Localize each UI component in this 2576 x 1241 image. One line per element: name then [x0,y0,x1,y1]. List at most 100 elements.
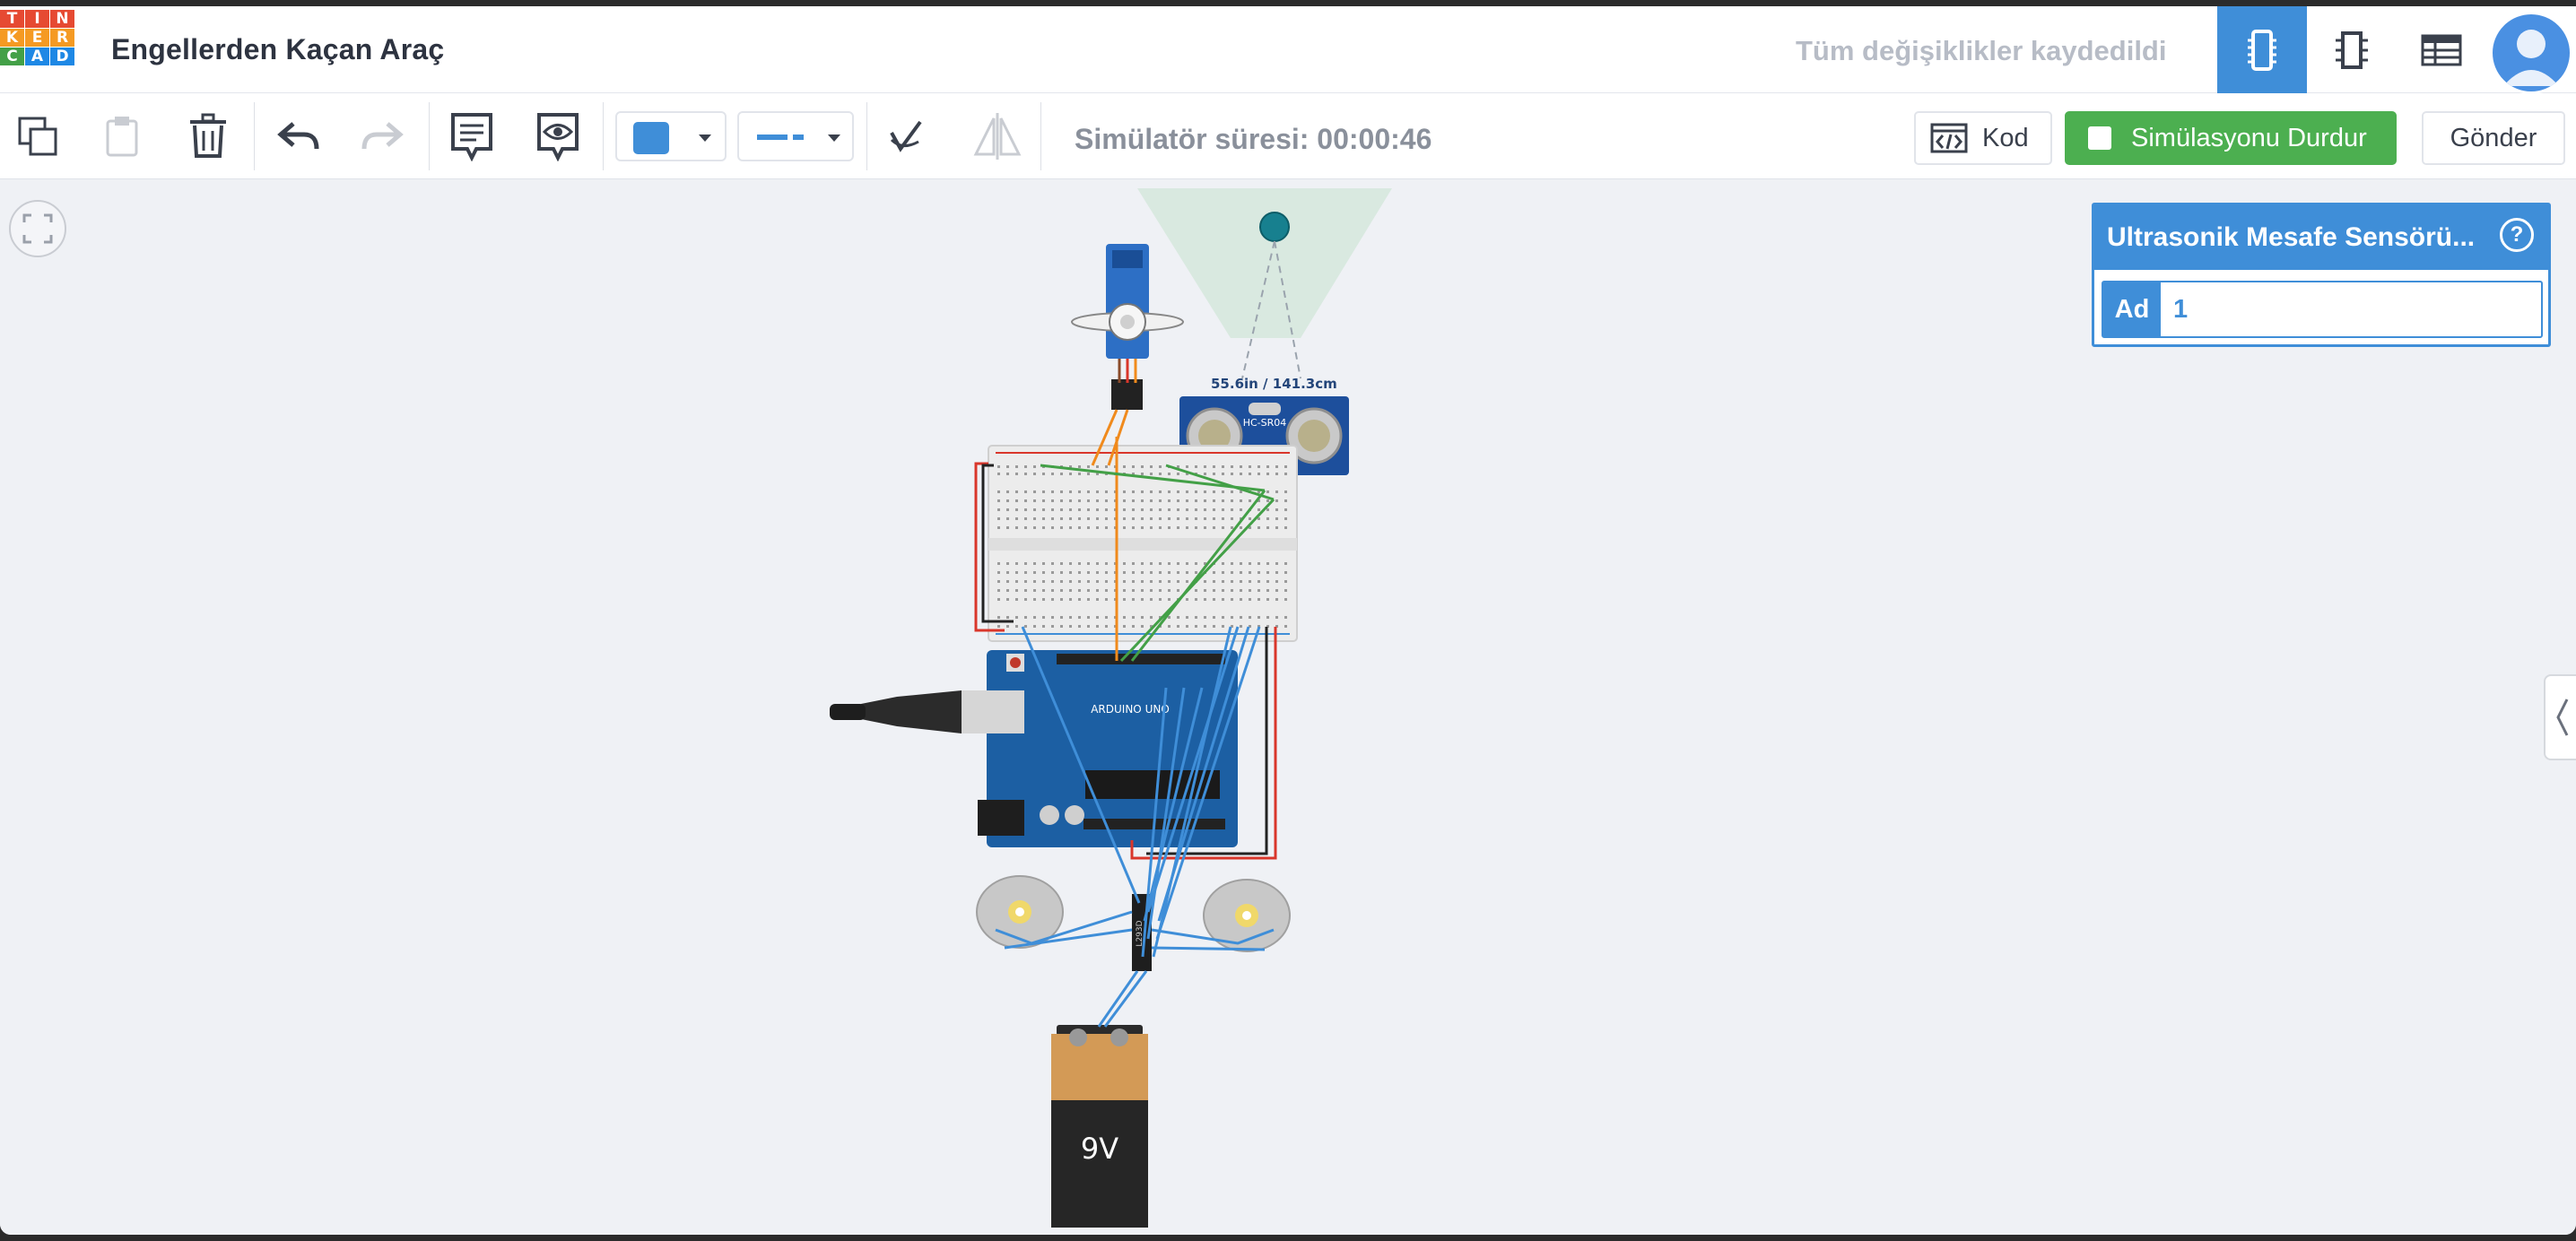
breadboard-hole[interactable] [1033,517,1036,520]
breadboard-hole[interactable] [1033,465,1036,468]
breadboard-hole[interactable] [1240,562,1242,565]
breadboard-hole[interactable] [997,517,1000,520]
breadboard-hole[interactable] [1284,508,1287,511]
breadboard-hole[interactable] [1159,589,1162,592]
component-inspector[interactable]: Ultrasonik Mesafe Sensörü... ? Ad 1 [2092,203,2551,347]
breadboard-hole[interactable] [1024,616,1027,619]
breadboard-hole[interactable] [1266,589,1269,592]
breadboard-hole[interactable] [1258,526,1260,529]
breadboard-hole[interactable] [1266,598,1269,601]
circuit-view-button[interactable] [2217,6,2307,93]
breadboard-hole[interactable] [1132,598,1135,601]
breadboard-hole[interactable] [1096,598,1099,601]
breadboard-hole[interactable] [1123,598,1126,601]
breadboard-hole[interactable] [1015,490,1018,493]
breadboard-hole[interactable] [1078,490,1081,493]
breadboard-hole[interactable] [1078,580,1081,583]
breadboard-hole[interactable] [1204,580,1206,583]
breadboard-hole[interactable] [1222,465,1224,468]
breadboard-hole[interactable] [997,580,1000,583]
breadboard-hole[interactable] [1240,625,1242,628]
breadboard-hole[interactable] [1105,562,1108,565]
breadboard-hole[interactable] [1006,465,1009,468]
breadboard-hole[interactable] [1096,490,1099,493]
breadboard-hole[interactable] [1051,473,1054,475]
breadboard-hole[interactable] [1132,562,1135,565]
breadboard-hole[interactable] [1069,616,1072,619]
breadboard-hole[interactable] [1213,473,1215,475]
breadboard-hole[interactable] [997,473,1000,475]
breadboard-hole[interactable] [1087,517,1090,520]
breadboard-hole[interactable] [1051,625,1054,628]
breadboard-hole[interactable] [1141,526,1144,529]
breadboard-hole[interactable] [1177,526,1179,529]
breadboard-hole[interactable] [1069,490,1072,493]
breadboard-hole[interactable] [1249,616,1251,619]
breadboard-hole[interactable] [1186,571,1188,574]
breadboard-hole[interactable] [1150,562,1153,565]
breadboard-hole[interactable] [1258,571,1260,574]
breadboard-hole[interactable] [1222,499,1224,502]
breadboard-hole[interactable] [1204,499,1206,502]
breadboard-hole[interactable] [1123,625,1126,628]
breadboard-hole[interactable] [1015,526,1018,529]
breadboard-hole[interactable] [1266,526,1269,529]
breadboard-hole[interactable] [1249,499,1251,502]
breadboard-hole[interactable] [1275,562,1278,565]
breadboard-hole[interactable] [1275,499,1278,502]
stop-simulation-button[interactable]: Simülasyonu Durdur [2065,111,2397,165]
breadboard-hole[interactable] [1195,625,1197,628]
breadboard-hole[interactable] [1015,508,1018,511]
breadboard-hole[interactable] [1258,562,1260,565]
send-button[interactable]: Gönder [2422,111,2565,165]
breadboard-hole[interactable] [1240,526,1242,529]
breadboard-hole[interactable] [1231,616,1233,619]
breadboard-hole[interactable] [1087,499,1090,502]
breadboard-hole[interactable] [1024,598,1027,601]
breadboard-hole[interactable] [1141,625,1144,628]
breadboard-hole[interactable] [1275,589,1278,592]
breadboard-hole[interactable] [1284,499,1287,502]
breadboard-hole[interactable] [1123,490,1126,493]
breadboard-hole[interactable] [1015,473,1018,475]
breadboard-hole[interactable] [1078,465,1081,468]
breadboard-hole[interactable] [1051,517,1054,520]
breadboard-hole[interactable] [1204,589,1206,592]
breadboard-hole[interactable] [1078,589,1081,592]
breadboard-hole[interactable] [1123,526,1126,529]
breadboard-hole[interactable] [1069,473,1072,475]
breadboard-hole[interactable] [1275,598,1278,601]
breadboard-hole[interactable] [1204,526,1206,529]
breadboard-hole[interactable] [1087,473,1090,475]
breadboard-hole[interactable] [1275,490,1278,493]
breadboard-hole[interactable] [1213,517,1215,520]
breadboard-hole[interactable] [1006,490,1009,493]
breadboard-hole[interactable] [1195,508,1197,511]
breadboard-hole[interactable] [1087,465,1090,468]
breadboard-hole[interactable] [1168,508,1171,511]
breadboard-hole[interactable] [1069,589,1072,592]
breadboard-hole[interactable] [1087,526,1090,529]
breadboard-hole[interactable] [1105,571,1108,574]
breadboard-hole[interactable] [1168,571,1171,574]
breadboard-hole[interactable] [1240,616,1242,619]
breadboard-hole[interactable] [1266,562,1269,565]
breadboard-hole[interactable] [1006,625,1009,628]
breadboard-hole[interactable] [1213,589,1215,592]
breadboard-hole[interactable] [997,465,1000,468]
breadboard-hole[interactable] [1258,589,1260,592]
breadboard-hole[interactable] [1042,508,1045,511]
breadboard-hole[interactable] [1159,598,1162,601]
breadboard-hole[interactable] [1258,598,1260,601]
breadboard-hole[interactable] [1186,517,1188,520]
breadboard-hole[interactable] [1266,580,1269,583]
breadboard-hole[interactable] [1096,508,1099,511]
breadboard-hole[interactable] [1159,526,1162,529]
breadboard-hole[interactable] [1204,517,1206,520]
breadboard-hole[interactable] [1087,625,1090,628]
breadboard-hole[interactable] [1141,589,1144,592]
breadboard-hole[interactable] [1033,571,1036,574]
breadboard-hole[interactable] [1042,517,1045,520]
breadboard-hole[interactable] [1141,499,1144,502]
breadboard-hole[interactable] [1177,499,1179,502]
